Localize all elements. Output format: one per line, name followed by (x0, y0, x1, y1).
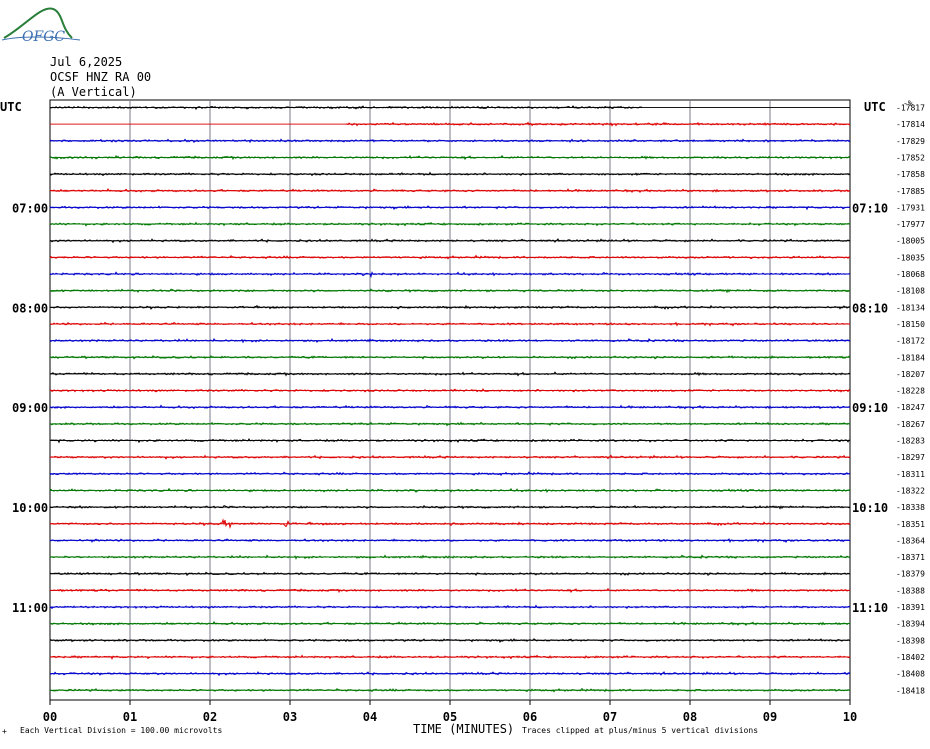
trace-offset-label-27: -18371 (896, 553, 925, 562)
trace-offset-label-0: -17817 (896, 104, 925, 113)
x-tick-label-10: 10 (843, 710, 857, 724)
trace-offset-label-18: -18247 (896, 403, 925, 412)
trace-offset-label-19: -18267 (896, 420, 925, 429)
left-hour-labels: 07:00 08:00 09:00 10:00 11:00 (12, 201, 48, 615)
right-timezone-label: UTC (864, 100, 886, 114)
trace-offset-label-2: -17829 (896, 137, 925, 146)
x-tick-label-06: 06 (523, 710, 537, 724)
trace-offset-label-8: -18005 (896, 237, 925, 246)
x-tick-label-01: 01 (123, 710, 137, 724)
trace-offset-label-13: -18150 (896, 320, 925, 329)
trace-offset-label-20: -18283 (896, 437, 925, 446)
trace-offset-label-21: -18297 (896, 453, 925, 462)
right-hour-label-10:10: 10:10 (852, 501, 888, 515)
trace-offset-label-28: -18379 (896, 570, 925, 579)
trace-offset-label-32: -18398 (896, 636, 925, 645)
trace-offset-label-23: -18322 (896, 486, 925, 495)
trace-offset-label-26: -18364 (896, 536, 925, 545)
helicorder-svg: OFGC Jul 6,2025 OCSF HNZ RA 00 (A Vertic… (0, 7, 925, 736)
trace-offset-label-22: -18311 (896, 470, 925, 479)
trace-offset-label-25: -18351 (896, 520, 925, 529)
trace-offset-label-1: -17814 (896, 120, 925, 129)
trace-offset-labels: -17817 -17814 -17829 -17852 -17858 -17885 -179… (896, 104, 925, 696)
x-tick-label-03: 03 (283, 710, 297, 724)
trace-offset-label-14: -18172 (896, 337, 925, 346)
helicorder-plot: OFGC Jul 6,2025 OCSF HNZ RA 00 (A Vertic… (0, 0, 930, 744)
x-tick-label-02: 02 (203, 710, 217, 724)
trace-offset-label-4: -17858 (896, 170, 925, 179)
header-station: OCSF HNZ RA 00 (50, 70, 151, 84)
header-component: (A Vertical) (50, 85, 137, 99)
trace-offset-label-16: -18207 (896, 370, 925, 379)
left-hour-label-07:00: 07:00 (12, 201, 48, 215)
trace-offset-label-5: -17885 (896, 187, 925, 196)
trace-offset-label-3: -17852 (896, 153, 925, 162)
right-hour-label-11:10: 11:10 (852, 601, 888, 615)
right-hour-label-08:10: 08:10 (852, 301, 888, 315)
header-date: Jul 6,2025 (50, 55, 122, 69)
right-hour-label-07:10: 07:10 (852, 201, 888, 215)
left-hour-label-10:00: 10:00 (12, 501, 48, 515)
x-axis-title: TIME (MINUTES) (413, 722, 514, 736)
trace-offset-label-31: -18394 (896, 620, 925, 629)
right-hour-label-09:10: 09:10 (852, 401, 888, 415)
trace-offset-label-6: -17931 (896, 203, 925, 212)
trace-offset-label-35: -18418 (896, 686, 925, 695)
left-timezone-label: UTC (0, 100, 22, 114)
logo: OFGC (1, 7, 81, 45)
trace-offset-label-30: -18391 (896, 603, 925, 612)
seismic-trace-0 (49, 105, 643, 111)
logo-text: OFGC (22, 29, 65, 45)
trace-offset-label-33: -18402 (896, 653, 925, 662)
x-tick-label-07: 07 (603, 710, 617, 724)
left-hour-label-09:00: 09:00 (12, 401, 48, 415)
trace-offset-label-7: -17977 (896, 220, 925, 229)
seismic-trace-1 (345, 121, 851, 127)
left-hour-label-11:00: 11:00 (12, 601, 48, 615)
trace-offset-label-29: -18388 (896, 586, 925, 595)
x-tick-label-00: 00 (43, 710, 57, 724)
x-tick-label-09: 09 (763, 710, 777, 724)
trace-offset-label-11: -18108 (896, 287, 925, 296)
left-hour-label-08:00: 08:00 (12, 301, 48, 315)
trace-offset-label-17: -18228 (896, 387, 925, 396)
footer-clip-note: Traces clipped at plus/minus 5 vertical … (522, 726, 758, 735)
trace-offset-label-12: -18134 (896, 303, 925, 312)
footer-corner-mark: + (2, 727, 7, 736)
trace-offset-label-15: -18184 (896, 353, 925, 362)
x-axis-ticks: 00 01 02 03 04 05 06 07 08 09 10 (43, 700, 857, 724)
footer-scale-note: Each Vertical Division = 100.00 microvol… (20, 726, 222, 735)
trace-offset-label-34: -18408 (896, 670, 925, 679)
trace-offset-label-24: -18338 (896, 503, 925, 512)
trace-offset-label-10: -18068 (896, 270, 925, 279)
x-tick-label-04: 04 (363, 710, 377, 724)
right-hour-labels: 07:10 08:10 09:10 10:10 11:10 (852, 201, 888, 615)
x-tick-label-08: 08 (683, 710, 697, 724)
trace-offset-label-9: -18035 (896, 253, 925, 262)
